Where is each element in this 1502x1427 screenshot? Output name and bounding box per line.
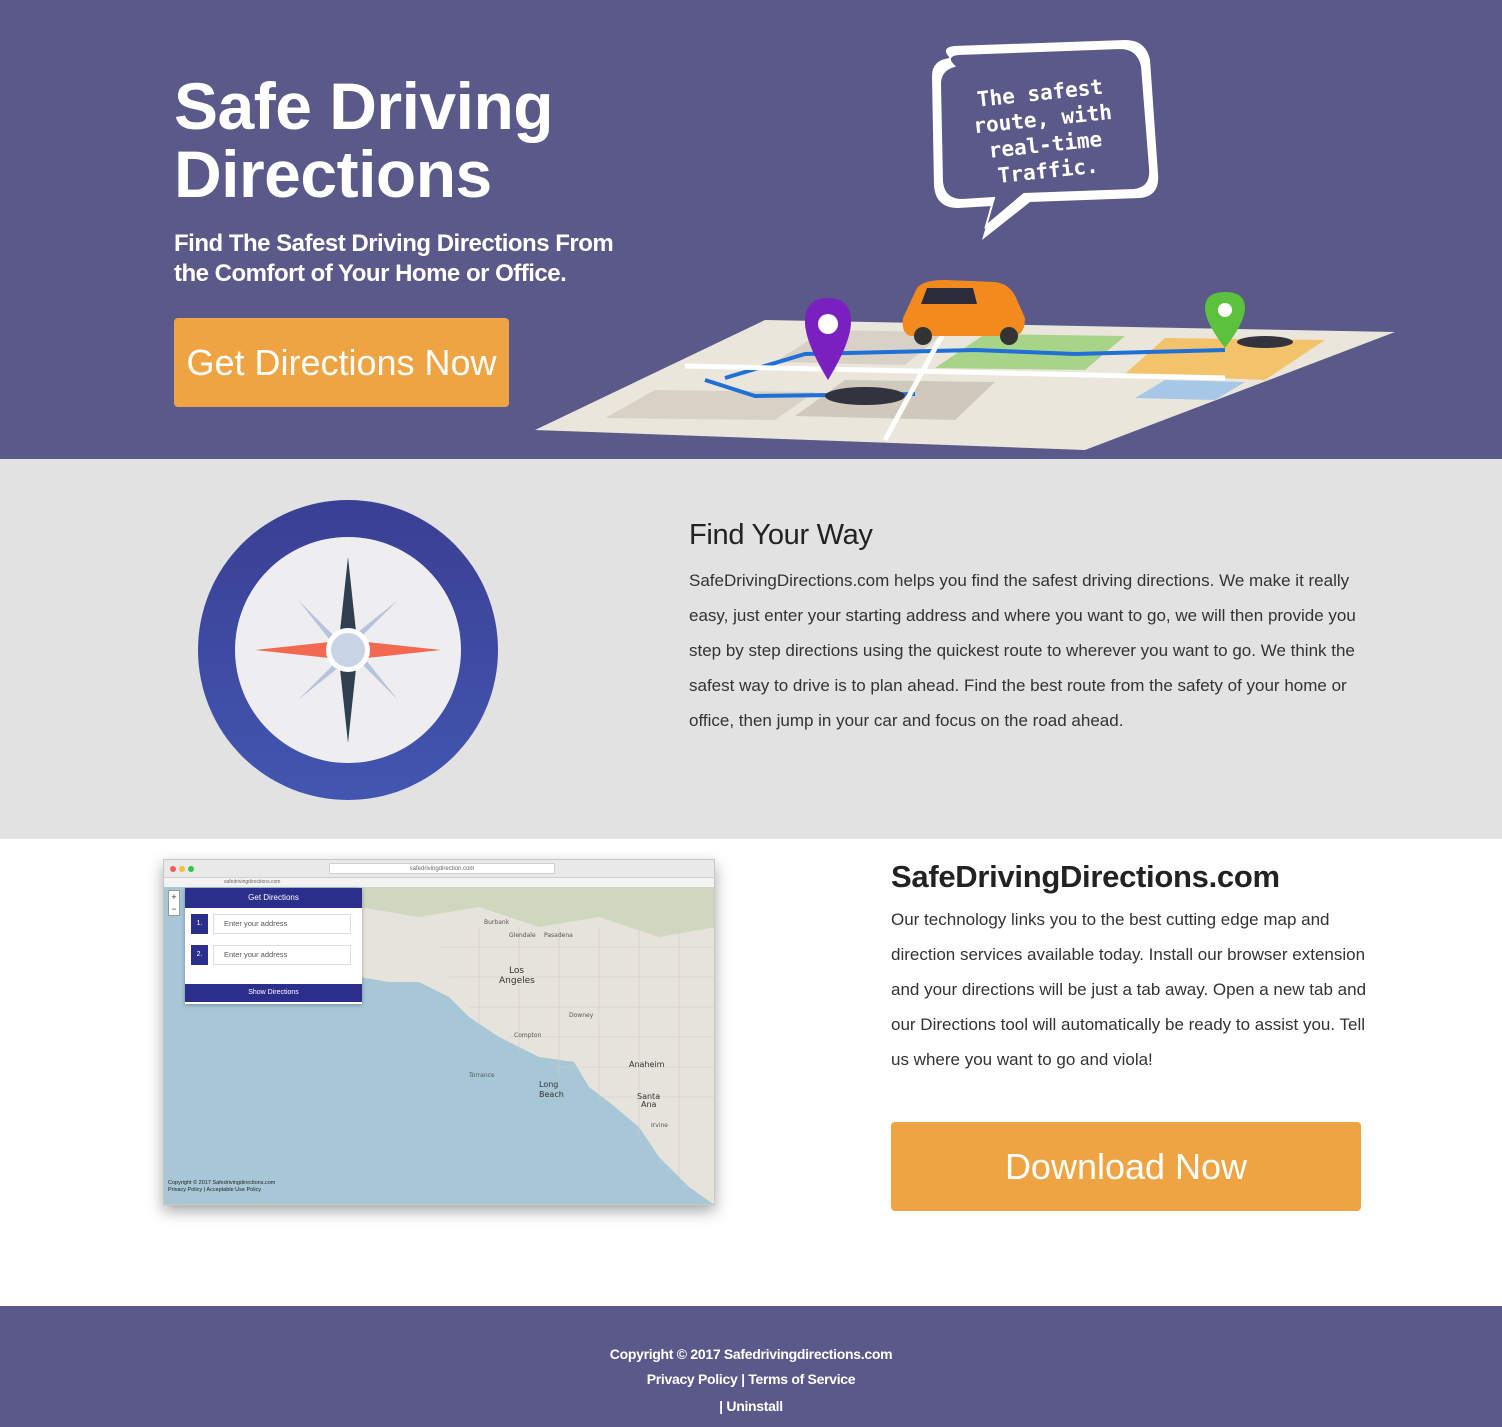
zoom-control[interactable]: + − xyxy=(168,890,180,916)
terms-of-service-link[interactable]: Terms of Service xyxy=(748,1371,855,1387)
bubble-text: The safest route, with real-time Traffic… xyxy=(972,74,1114,189)
find-your-way-title: Find Your Way xyxy=(689,519,873,551)
svg-text:Beach: Beach xyxy=(539,1090,564,1099)
svg-text:Los: Los xyxy=(509,966,524,976)
footer-uninstall: | Uninstall xyxy=(0,1398,1502,1414)
browser-toolbar: safedrivingdirection.com xyxy=(164,860,714,878)
map-illustration xyxy=(535,280,1395,450)
minimize-dot-icon xyxy=(179,866,185,872)
footer-links: Privacy Policy | Terms of Service xyxy=(0,1371,1502,1387)
product-text: Our technology links you to the best cut… xyxy=(891,910,1367,1069)
get-directions-button[interactable]: Get Directions Now xyxy=(174,318,509,407)
footer: Copyright © 2017 Safedrivingdirections.c… xyxy=(0,1306,1502,1427)
privacy-policy-link[interactable]: Privacy Policy xyxy=(647,1371,738,1387)
address-row-1: 1. Enter your address xyxy=(191,914,351,934)
svg-text:Long: Long xyxy=(539,1080,558,1089)
hero-title: Safe Driving Directions xyxy=(174,69,554,211)
close-dot-icon xyxy=(170,866,176,872)
map-copyright: Copyright © 2017 Safedrivingdirections.c… xyxy=(168,1180,275,1194)
find-your-way-section: Find Your Way SafeDrivingDirections.com … xyxy=(0,459,1502,839)
address-input[interactable]: Enter your address xyxy=(213,914,351,934)
svg-text:Glendale: Glendale xyxy=(509,932,536,939)
find-your-way-text: SafeDrivingDirections.com helps you find… xyxy=(689,571,1356,730)
step-number: 2. xyxy=(191,945,208,965)
svg-text:Anaheim: Anaheim xyxy=(629,1060,665,1069)
app-screenshot: safedrivingdirection.com safedrivingdire… xyxy=(163,859,715,1205)
download-now-button[interactable]: Download Now xyxy=(891,1122,1361,1211)
svg-text:Burbank: Burbank xyxy=(484,919,510,926)
hero-section: Safe Driving Directions Find The Safest … xyxy=(0,0,1502,459)
svg-text:Torrance: Torrance xyxy=(468,1072,495,1079)
svg-text:Angeles: Angeles xyxy=(499,976,535,986)
product-section: safedrivingdirection.com safedrivingdire… xyxy=(0,839,1502,1306)
compass-icon xyxy=(198,500,498,800)
svg-text:Downey: Downey xyxy=(569,1012,594,1019)
footer-separator: | xyxy=(741,1371,745,1387)
svg-text:Ana: Ana xyxy=(641,1100,657,1109)
maximize-dot-icon xyxy=(188,866,194,872)
panel-title: Get Directions xyxy=(185,888,362,908)
product-title: SafeDrivingDirections.com xyxy=(891,859,1280,894)
address-input[interactable]: Enter your address xyxy=(213,945,351,965)
address-bar: safedrivingdirection.com xyxy=(329,863,555,874)
show-directions-button[interactable]: Show Directions xyxy=(185,984,362,1002)
map-policy-text: Privacy Policy | Acceptable Use Policy xyxy=(168,1187,262,1193)
step-number: 1. xyxy=(191,914,208,934)
footer-separator: | xyxy=(719,1398,723,1414)
footer-copyright: Copyright © 2017 Safedrivingdirections.c… xyxy=(609,1346,893,1362)
map-copyright-text: Copyright © 2017 Safedrivingdirections.c… xyxy=(168,1180,276,1186)
map-land: Burbank Glendale Pasadena Los Angeles Do… xyxy=(359,887,714,1204)
svg-text:Pasadena: Pasadena xyxy=(544,932,573,939)
address-row-2: 2. Enter your address xyxy=(191,945,351,965)
svg-text:Irvine: Irvine xyxy=(651,1122,668,1129)
uninstall-link[interactable]: Uninstall xyxy=(726,1398,783,1414)
browser-tab: safedrivingdirections.com xyxy=(164,878,714,887)
svg-text:Compton: Compton xyxy=(514,1032,542,1039)
directions-panel: Get Directions 1. Enter your address 2. … xyxy=(185,888,362,1004)
